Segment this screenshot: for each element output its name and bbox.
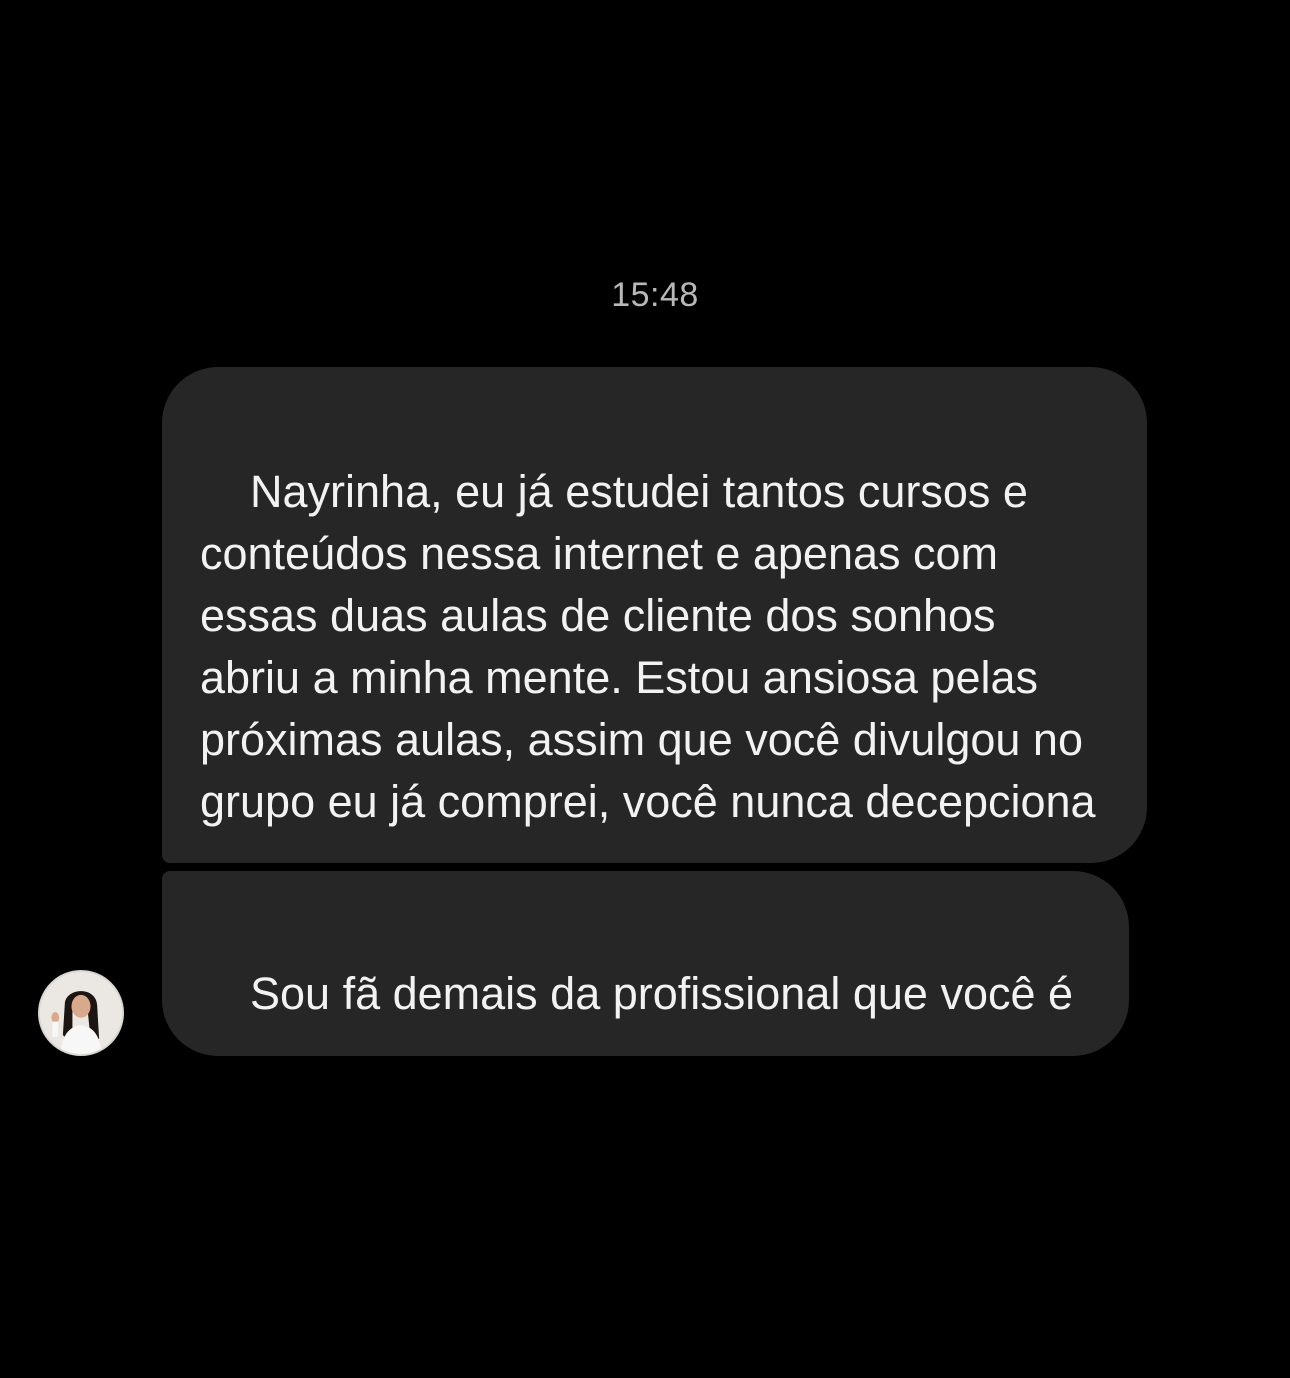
- sender-avatar[interactable]: [38, 970, 124, 1056]
- avatar-photo-icon: [40, 972, 122, 1054]
- message-bubble[interactable]: Nayrinha, eu já estudei tantos cursos e …: [162, 367, 1147, 863]
- message-bubble[interactable]: Sou fã demais da profissional que você é: [162, 871, 1129, 1056]
- message-text: Nayrinha, eu já estudei tantos cursos e …: [200, 466, 1096, 827]
- message-text: Sou fã demais da profissional que você é: [250, 968, 1074, 1019]
- message-timestamp: 15:48: [611, 276, 699, 314]
